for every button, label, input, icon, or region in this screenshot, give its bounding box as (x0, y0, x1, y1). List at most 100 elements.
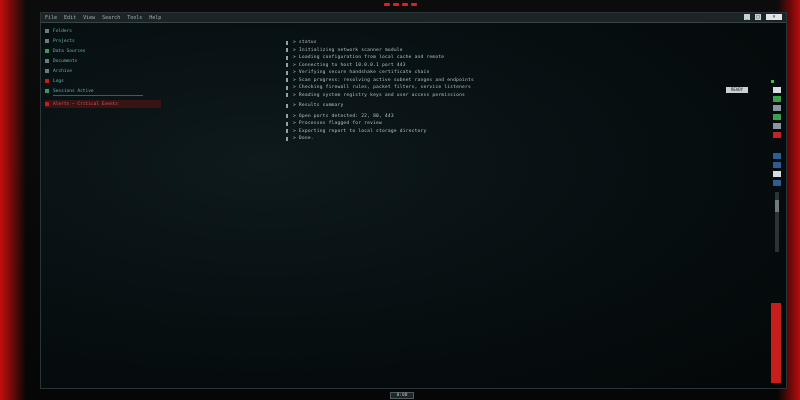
archive-icon (45, 69, 49, 73)
sidebar-item-logs[interactable]: Logs (45, 77, 165, 85)
prompt-marker (286, 103, 288, 108)
menu-file[interactable]: File (45, 13, 57, 23)
menu-help[interactable]: Help (149, 13, 161, 23)
right-toolbar (772, 87, 782, 252)
prompt-marker (286, 121, 288, 126)
prompt-marker (286, 93, 288, 98)
folder-icon (45, 39, 49, 43)
sidebar-item-label: Data Sources (53, 48, 86, 54)
log-text: > Initializing network scanner module (293, 47, 403, 53)
sidebar-item-alerts[interactable]: Alerts — Critical Events (45, 100, 161, 108)
prompt-marker (286, 114, 288, 119)
log-line: > Verifying secure handshake certificate… (286, 69, 756, 77)
indicator-light (392, 2, 399, 6)
alert-level-bar (771, 303, 781, 383)
log-line: > status (286, 39, 756, 47)
menu-tools[interactable]: Tools (127, 13, 142, 23)
log-line: > Checking firewall rules, packet filter… (286, 84, 756, 92)
window-controls: _ □ × (744, 14, 782, 20)
prompt-marker (286, 63, 288, 68)
tool-button[interactable] (773, 105, 781, 111)
tool-button[interactable] (773, 132, 781, 138)
tool-button[interactable] (773, 162, 781, 168)
log-line: > Done. (286, 135, 756, 143)
tool-button[interactable] (773, 87, 781, 93)
log-text: > Results summary (293, 103, 344, 109)
log-line: > Loading configuration from local cache… (286, 54, 756, 62)
vertical-scrollbar[interactable] (775, 192, 779, 252)
prompt-marker (286, 48, 288, 53)
log-line: > Exporting report to local storage dire… (286, 128, 756, 136)
database-icon (45, 49, 49, 53)
indicator-light (383, 2, 390, 6)
prompt-marker (286, 78, 288, 83)
status-badge: READY (726, 87, 748, 93)
menu-search[interactable]: Search (102, 13, 120, 23)
indicator-light (401, 2, 408, 6)
tool-button[interactable] (773, 123, 781, 129)
alert-icon (45, 102, 49, 106)
prompt-marker (286, 70, 288, 75)
sidebar-item-folders[interactable]: Folders (45, 27, 165, 35)
log-text: > Loading configuration from local cache… (293, 55, 445, 61)
tool-button[interactable] (773, 114, 781, 120)
sidebar-item-projects[interactable]: Projects (45, 37, 165, 45)
sidebar-item-label: Folders (53, 28, 72, 34)
sidebar-item-label: Documents (53, 58, 78, 64)
session-progress-bar (53, 95, 143, 96)
log-line: > Open ports detected: 22, 80, 443 (286, 113, 756, 121)
monitor-brand-label: 0:00 (390, 392, 414, 399)
log-text: > Reading system registry keys and user … (293, 92, 466, 98)
minimize-button[interactable]: _ (744, 14, 750, 20)
document-icon (45, 59, 49, 63)
prompt-marker (286, 129, 288, 134)
window-titlebar: File Edit View Search Tools Help _ □ × (41, 13, 786, 23)
sidebar-item-label: Logs (53, 78, 64, 84)
menu-edit[interactable]: Edit (64, 13, 76, 23)
log-text: > Scan progress: resolving active subnet… (293, 77, 474, 83)
scrollbar-thumb[interactable] (775, 200, 779, 212)
sidebar-item-documents[interactable]: Documents (45, 57, 165, 65)
log-text: > Verifying secure handshake certificate… (293, 70, 430, 76)
log-text: > Open ports detected: 22, 80, 443 (293, 113, 394, 119)
prompt-marker (286, 40, 288, 45)
sidebar-item-label: Sessions Active (53, 88, 94, 94)
tool-button[interactable] (773, 180, 781, 186)
close-button[interactable]: × (766, 14, 782, 20)
log-text: > Connecting to host 10.0.0.1 port 443 (293, 62, 406, 68)
screen: File Edit View Search Tools Help _ □ × F… (40, 12, 787, 389)
log-text: > Checking firewall rules, packet filter… (293, 85, 471, 91)
sidebar-item-label: Projects (53, 38, 75, 44)
log-text: > Exporting report to local storage dire… (293, 128, 427, 134)
log-text: > status (293, 40, 317, 46)
session-icon (45, 89, 49, 93)
log-line: > Reading system registry keys and user … (286, 92, 756, 100)
log-line: > Processes flagged for review (286, 120, 756, 128)
sidebar-item-archive[interactable]: Archive (45, 67, 165, 75)
log-line: > Initializing network scanner module (286, 47, 756, 55)
sidebar-item-sessions[interactable]: Sessions Active (45, 87, 165, 95)
sidebar-item-label: Alerts — Critical Events (53, 101, 119, 107)
indicator-light (410, 2, 417, 6)
log-text: > Done. (293, 136, 314, 142)
prompt-marker (286, 55, 288, 60)
sidebar: Folders Projects Data Sources Documents … (45, 27, 165, 110)
ambient-red-glow-left (0, 0, 26, 400)
maximize-button[interactable]: □ (755, 14, 761, 20)
menu-view[interactable]: View (83, 13, 95, 23)
folder-icon (45, 29, 49, 33)
tool-button[interactable] (773, 96, 781, 102)
log-line: > Scan progress: resolving active subnet… (286, 77, 756, 85)
tool-button[interactable] (773, 171, 781, 177)
top-indicator-lights (360, 0, 440, 8)
prompt-marker (286, 85, 288, 90)
log-icon (45, 79, 49, 83)
status-indicator-icon (771, 80, 774, 83)
prompt-marker (286, 136, 288, 141)
sidebar-item-data-sources[interactable]: Data Sources (45, 47, 165, 55)
tool-button[interactable] (773, 153, 781, 159)
log-line: > Connecting to host 10.0.0.1 port 443 (286, 62, 756, 70)
log-line: > Results summary (286, 102, 756, 110)
terminal-log: > status > Initializing network scanner … (286, 39, 756, 143)
